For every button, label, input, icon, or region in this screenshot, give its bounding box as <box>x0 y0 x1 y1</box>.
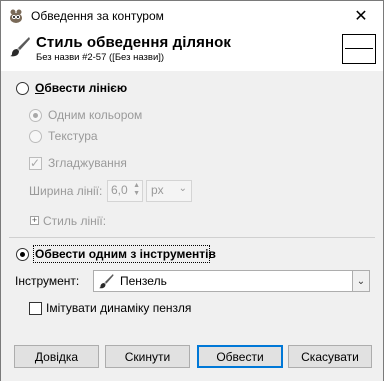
reset-button-label: Скинути <box>124 349 171 364</box>
stroke-line-label: Обвести лінією <box>35 81 128 95</box>
cancel-button-label: Скасувати <box>301 349 359 364</box>
stroke-line-radio[interactable] <box>16 82 29 95</box>
cancel-button[interactable]: Скасувати <box>288 345 372 368</box>
window-title: Обведення за контуром <box>31 9 164 23</box>
gimp-icon <box>10 9 22 23</box>
dialog-content: Обвести лінією Одним кольором Текстура ✓… <box>1 71 383 381</box>
antialias-label: Згладжування <box>48 156 127 170</box>
expand-icon[interactable]: + <box>30 216 39 225</box>
chevron-down-icon: ⌄ <box>178 183 187 194</box>
pattern-radio[interactable] <box>29 130 42 143</box>
solid-color-label: Одним кольором <box>48 108 143 122</box>
unit-value: px <box>151 183 164 197</box>
tool-label: Інструмент: <box>15 274 80 288</box>
header-subtitle: Без назви #2-57 ([Без назви]) <box>36 52 165 63</box>
separator <box>9 237 375 238</box>
emulate-dynamics-label: Імітувати динаміку пензля <box>46 301 192 315</box>
chevron-down-icon[interactable]: ⌄ <box>352 271 369 291</box>
stroke-button[interactable]: Обвести <box>197 345 283 368</box>
help-button[interactable]: Довідка <box>14 345 99 368</box>
line-width-spinner[interactable]: 6,0 ▲ ▼ <box>107 180 143 202</box>
pattern-label: Текстура <box>48 129 98 143</box>
tool-value: Пензель <box>120 274 167 288</box>
close-button[interactable]: ✕ <box>339 1 383 30</box>
line-width-value: 6,0 <box>111 183 128 197</box>
stroke-path-dialog: Обведення за контуром ✕ Стиль обведення … <box>0 0 384 381</box>
line-width-label: Ширина лінії: <box>29 184 103 198</box>
line-style-label[interactable]: Стиль лінії: <box>43 214 106 228</box>
antialias-checkbox[interactable]: ✓ <box>29 156 42 170</box>
unit-select[interactable]: px ⌄ <box>146 180 192 202</box>
emulate-dynamics-checkbox[interactable] <box>29 302 42 315</box>
reset-button[interactable]: Скинути <box>105 345 190 368</box>
stroke-tool-label: Обвести одним з інструментів <box>35 247 216 261</box>
checkmark-icon: ✓ <box>30 156 41 170</box>
help-button-label: Довідка <box>34 349 79 364</box>
dialog-header: Стиль обведення ділянок Без назви #2-57 … <box>1 31 383 71</box>
spinner-arrows-icon[interactable]: ▲ ▼ <box>133 182 140 198</box>
title-bar[interactable]: Обведення за контуром ✕ <box>1 1 383 31</box>
paintbrush-icon <box>10 37 30 57</box>
header-title: Стиль обведення ділянок <box>36 34 232 51</box>
image-preview <box>342 34 376 64</box>
tool-select[interactable]: Пензель ⌄ <box>93 270 370 292</box>
paintbrush-icon <box>99 274 114 289</box>
solid-color-radio[interactable] <box>29 109 42 122</box>
stroke-tool-radio[interactable] <box>16 248 29 261</box>
close-icon: ✕ <box>354 7 368 25</box>
stroke-button-label: Обвести <box>216 349 264 364</box>
